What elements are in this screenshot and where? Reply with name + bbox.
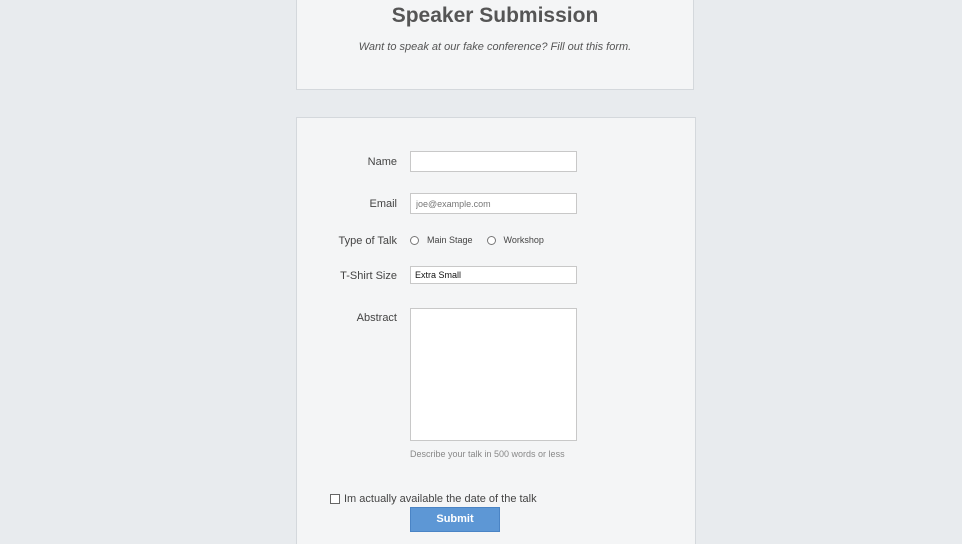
talk-type-workshop-option[interactable]: Workshop (486, 235, 544, 245)
talk-type-radio-group: Main Stage Workshop (410, 235, 558, 245)
availability-checkbox[interactable] (330, 494, 340, 504)
abstract-label: Abstract (356, 312, 397, 324)
workshop-label: Workshop (503, 235, 544, 245)
availability-label: Im actually available the date of the ta… (344, 493, 537, 505)
name-label: Name (367, 156, 397, 168)
name-input[interactable] (410, 151, 577, 172)
availability-checkbox-row[interactable]: Im actually available the date of the ta… (330, 493, 537, 505)
page-subtitle: Want to speak at our fake conference? Fi… (358, 41, 632, 53)
speaker-form: Name Email Type of Talk Main Stage Works… (296, 117, 696, 544)
email-input[interactable] (410, 193, 577, 214)
radio-button-icon[interactable] (410, 235, 419, 245)
submit-button[interactable]: Submit (410, 507, 500, 532)
tshirt-size-label: T-Shirt Size (340, 270, 397, 282)
talk-type-main-stage-option[interactable]: Main Stage (410, 235, 473, 245)
main-stage-label: Main Stage (427, 235, 473, 245)
radio-button-icon[interactable] (486, 235, 496, 245)
tshirt-size-select[interactable]: Extra Small (410, 266, 577, 284)
email-label: Email (369, 198, 397, 210)
header-card: Speaker Submission Want to speak at our … (296, 0, 694, 90)
abstract-textarea[interactable] (410, 308, 577, 441)
page-title: Speaker Submission (391, 4, 599, 27)
abstract-help-text: Describe your talk in 500 words or less (410, 449, 565, 459)
talk-type-label: Type of Talk (338, 235, 398, 247)
page: Speaker Submission Want to speak at our … (0, 0, 962, 544)
